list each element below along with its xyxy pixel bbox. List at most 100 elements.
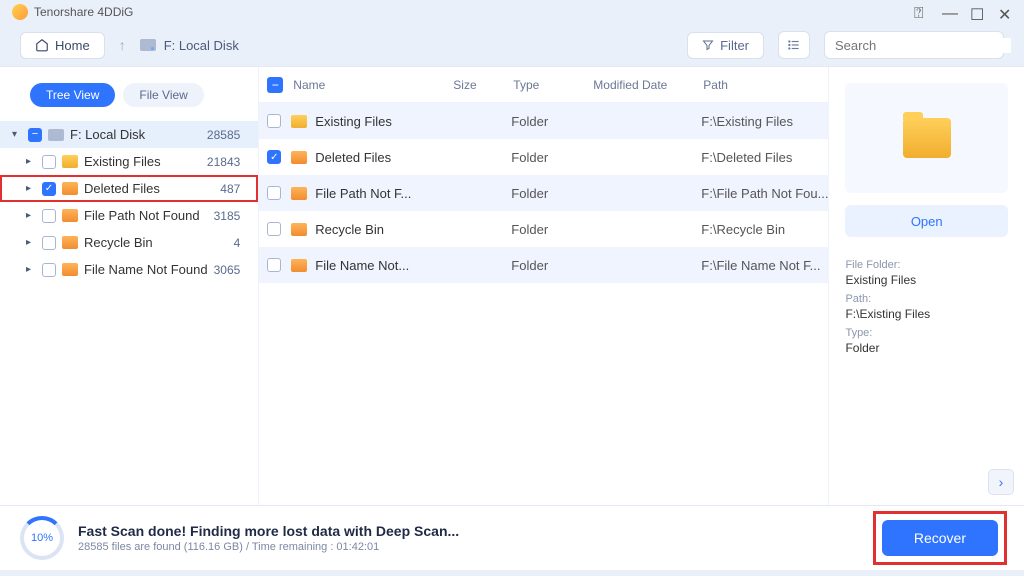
meta-folder-label: File Folder:: [845, 259, 1008, 271]
help-icon[interactable]: ⍰: [914, 5, 928, 19]
checkbox[interactable]: [42, 209, 56, 223]
sidebar-item[interactable]: ▸File Path Not Found3185: [0, 202, 258, 229]
table-row[interactable]: Existing FilesFolderF:\Existing Files: [259, 103, 828, 139]
folder-icon: [291, 223, 307, 236]
maximize-icon[interactable]: ☐: [970, 5, 984, 19]
row-name: File Path Not F...: [315, 186, 411, 201]
sidebar-item[interactable]: ▸ Deleted Files 487: [0, 175, 258, 202]
meta-path-label: Path:: [845, 293, 1008, 305]
header-checkbox[interactable]: [267, 77, 283, 93]
toolbar: Home ↑ F: Local Disk Filter: [0, 24, 1024, 66]
chevron-right-icon[interactable]: ▸: [26, 237, 36, 248]
up-icon[interactable]: ↑: [119, 37, 126, 53]
chevron-right-icon[interactable]: ▸: [26, 264, 36, 275]
tab-tree-view[interactable]: Tree View: [30, 83, 115, 107]
search-input-wrap[interactable]: [824, 31, 1004, 59]
tree-root-label: F: Local Disk: [70, 127, 145, 142]
app-title: Tenorshare 4DDiG: [34, 5, 133, 19]
sidebar-item-count: 487: [220, 182, 250, 196]
checkbox[interactable]: [42, 263, 56, 277]
sidebar-item[interactable]: ▸Existing Files21843: [0, 148, 258, 175]
folder-icon: [903, 118, 951, 158]
row-type: Folder: [511, 258, 591, 273]
home-button[interactable]: Home: [20, 32, 105, 59]
progress-percent: 10%: [31, 532, 53, 544]
tab-file-view[interactable]: File View: [123, 83, 203, 107]
table-header: Name Size Type Modified Date Path: [259, 67, 828, 103]
sidebar-item-count: 21843: [207, 155, 250, 169]
chevron-right-icon[interactable]: ▸: [26, 210, 36, 221]
folder-icon: [62, 263, 78, 276]
row-checkbox[interactable]: [267, 222, 281, 236]
col-size[interactable]: Size: [453, 78, 513, 92]
row-checkbox[interactable]: [267, 258, 281, 272]
sidebar-item-count: 3185: [214, 209, 251, 223]
row-path: F:\Deleted Files: [701, 150, 828, 165]
sidebar-item-count: 4: [234, 236, 251, 250]
folder-icon: [291, 151, 307, 164]
folder-icon: [291, 259, 307, 272]
recover-button[interactable]: Recover: [882, 520, 998, 556]
details-panel: Open File Folder: Existing Files Path: F…: [829, 67, 1024, 505]
progress-ring: 10%: [20, 516, 64, 560]
file-table: Name Size Type Modified Date Path Existi…: [259, 67, 829, 505]
row-checkbox[interactable]: [267, 186, 281, 200]
col-path[interactable]: Path: [703, 78, 828, 92]
breadcrumb[interactable]: F: Local Disk: [140, 38, 239, 53]
col-type[interactable]: Type: [513, 78, 593, 92]
scan-title: Fast Scan done! Finding more lost data w…: [78, 523, 459, 539]
checkbox[interactable]: [42, 182, 56, 196]
tree-root-count: 28585: [207, 128, 250, 142]
recover-highlight: Recover: [876, 514, 1004, 562]
table-row[interactable]: Recycle BinFolderF:\Recycle Bin: [259, 211, 828, 247]
drive-label: F: Local Disk: [164, 38, 239, 53]
list-view-toggle[interactable]: [778, 31, 810, 59]
minimize-icon[interactable]: —: [942, 5, 956, 19]
tree-root[interactable]: ▾ F: Local Disk 28585: [0, 121, 258, 148]
chevron-down-icon[interactable]: ▾: [12, 129, 22, 140]
folder-icon: [62, 236, 78, 249]
row-name: File Name Not...: [315, 258, 409, 273]
meta-folder-value: Existing Files: [845, 273, 1008, 287]
table-row[interactable]: Deleted FilesFolderF:\Deleted Files: [259, 139, 828, 175]
search-input[interactable]: [835, 38, 1011, 53]
list-icon: [787, 38, 801, 52]
row-path: F:\File Path Not Fou...: [701, 186, 828, 201]
table-row[interactable]: File Path Not F... Folder F:\File Path Not…: [259, 175, 828, 211]
app-logo: [12, 4, 28, 20]
chevron-right-icon[interactable]: ▸: [26, 183, 36, 194]
col-modified[interactable]: Modified Date: [593, 78, 703, 92]
chevron-right-icon[interactable]: ▸: [26, 156, 36, 167]
checkbox[interactable]: [42, 236, 56, 250]
checkbox[interactable]: [42, 155, 56, 169]
home-icon: [35, 38, 49, 52]
next-button[interactable]: ›: [988, 469, 1014, 495]
footer: 10% Fast Scan done! Finding more lost da…: [0, 506, 1024, 570]
sidebar-item-label: Deleted Files: [84, 181, 160, 196]
sidebar: Tree View File View ▾ F: Local Disk 2858…: [0, 67, 259, 505]
row-type: Folder: [511, 186, 591, 201]
filter-label: Filter: [720, 38, 749, 53]
sidebar-item[interactable]: ▸File Name Not Found3065: [0, 256, 258, 283]
open-button[interactable]: Open: [845, 205, 1008, 237]
col-name[interactable]: Name: [293, 78, 453, 92]
row-checkbox[interactable]: [267, 114, 281, 128]
row-path: F:\File Name Not F...: [701, 258, 828, 273]
home-label: Home: [55, 38, 90, 53]
sidebar-item[interactable]: ▸ Recycle Bin 4: [0, 229, 258, 256]
filter-button[interactable]: Filter: [687, 32, 764, 59]
main: Tree View File View ▾ F: Local Disk 2858…: [0, 66, 1024, 506]
row-checkbox[interactable]: [267, 150, 281, 164]
folder-icon: [291, 187, 307, 200]
checkbox[interactable]: [28, 128, 42, 142]
row-path: F:\Recycle Bin: [701, 222, 828, 237]
close-icon[interactable]: ✕: [998, 5, 1012, 19]
sidebar-item-label: Recycle Bin: [84, 235, 153, 250]
filter-icon: [702, 39, 714, 51]
table-row[interactable]: File Name Not... Folder F:\File Name Not F…: [259, 247, 828, 283]
scan-subtitle: 28585 files are found (116.16 GB) / Time…: [78, 541, 459, 553]
preview-box: [845, 83, 1008, 193]
row-name: Existing Files: [315, 114, 392, 129]
sidebar-item-count: 3065: [214, 263, 251, 277]
row-type: Folder: [511, 150, 591, 165]
